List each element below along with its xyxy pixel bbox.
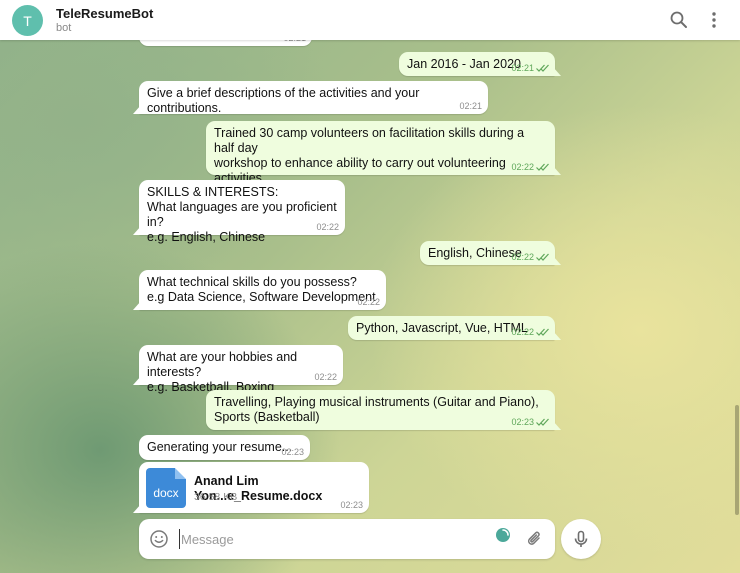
message-text: Give a brief descriptions of the activit… (147, 86, 420, 115)
file-document-icon[interactable]: docx (146, 468, 186, 508)
message-time: 02:22 (316, 222, 339, 232)
message-time: 02:22 (511, 162, 534, 172)
smile-icon[interactable] (149, 529, 169, 549)
message-text: What technical skills do you possess? e.… (147, 275, 376, 304)
message-bubble-outgoing[interactable]: Jan 2016 - Jan 2020 02:21 (399, 52, 561, 76)
message-bubble-incoming[interactable]: What are your hobbies and interests? e.g… (133, 345, 343, 394)
message-bubble-outgoing[interactable]: Trained 30 camp volunteers on facilitati… (206, 121, 561, 200)
message-text: Travelling, Playing musical instruments … (214, 395, 539, 424)
message-bubble-incoming[interactable]: Generating your resume... 02:23 (139, 435, 310, 460)
message-bubble-incoming[interactable]: What technical skills do you possess? e.… (133, 270, 386, 310)
chat-subtitle: bot (56, 22, 72, 34)
message-list[interactable]: 02:21 Jan 2016 - Jan 2020 02:21 Give a b… (0, 26, 740, 573)
more-vertical-icon[interactable] (704, 10, 724, 30)
double-check-icon (536, 64, 549, 72)
message-text: Generating your resume... (147, 440, 293, 454)
double-check-icon (536, 418, 549, 426)
file-message[interactable]: docx Anand Lim Yon...e_Resume.docx 36.58… (133, 462, 369, 513)
chat-scrollbar[interactable] (735, 405, 739, 515)
message-composer (139, 519, 555, 559)
message-time: 02:23 (340, 500, 363, 510)
message-text: SKILLS & INTERESTS: What languages are y… (147, 185, 337, 244)
message-time: 02:21 (511, 63, 534, 73)
message-bubble-outgoing[interactable]: Python, Javascript, Vue, HTML 02:22 (348, 316, 561, 340)
message-input[interactable] (179, 529, 489, 549)
message-bubble-incoming[interactable]: Give a brief descriptions of the activit… (133, 81, 488, 115)
loading-indicator-icon (496, 528, 510, 542)
double-check-icon (536, 163, 549, 171)
message-time: 02:23 (511, 417, 534, 427)
file-size: 36.58 KB (194, 491, 238, 503)
search-icon[interactable] (669, 10, 689, 30)
message-bubble-incoming[interactable]: SKILLS & INTERESTS: What languages are y… (133, 180, 345, 244)
message-time: 02:22 (511, 327, 534, 337)
chat-title[interactable]: TeleResumeBot (56, 6, 153, 21)
message-time: 02:22 (314, 372, 337, 382)
message-bubble-outgoing[interactable]: English, Chinese 02:22 (420, 241, 561, 265)
double-check-icon (536, 253, 549, 261)
chat-header: T TeleResumeBot bot (0, 0, 740, 40)
microphone-icon (574, 530, 588, 547)
message-time: 02:22 (511, 252, 534, 262)
message-time: 02:23 (281, 447, 304, 457)
paperclip-icon[interactable] (525, 529, 545, 549)
avatar[interactable]: T (12, 5, 43, 36)
message-bubble-outgoing[interactable]: Travelling, Playing musical instruments … (206, 390, 561, 430)
message-text: What are your hobbies and interests? e.g… (147, 350, 298, 394)
message-time: 02:22 (357, 297, 380, 307)
file-extension: docx (153, 486, 179, 500)
message-time: 02:21 (459, 101, 482, 111)
double-check-icon (536, 328, 549, 336)
record-voice-button[interactable] (561, 519, 601, 559)
